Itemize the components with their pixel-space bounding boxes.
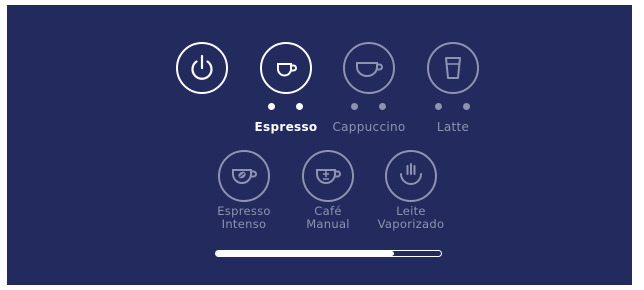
coffee-bean-cup-icon (232, 169, 257, 184)
espresso-label: Espresso (254, 120, 318, 134)
leite-vaporizado-label: Leite Vaporizado (366, 205, 456, 231)
espresso-intenso-line2: Intenso (221, 217, 267, 231)
power-button[interactable] (176, 42, 228, 94)
coffee-machine-panel: Espresso Cappuccino Latte Espresso Inten… (7, 5, 632, 285)
leite-vaporizado-button[interactable] (385, 150, 437, 202)
espresso-button[interactable] (260, 42, 312, 94)
latte-dot-2 (463, 103, 470, 110)
leite-vaporizado-line2: Vaporizado (377, 217, 445, 231)
espresso-dot-2 (296, 103, 303, 110)
power-icon (191, 54, 213, 80)
espresso-dot-1 (268, 103, 275, 110)
espresso-intenso-button[interactable] (218, 150, 270, 202)
cappuccino-dot-1 (351, 103, 358, 110)
cafe-manual-line2: Manual (306, 217, 350, 231)
wide-cup-icon (356, 62, 383, 77)
latte-label: Latte (436, 120, 470, 134)
brew-progress-bar (215, 250, 442, 257)
cafe-manual-button[interactable] (302, 150, 354, 202)
latte-dot-1 (435, 103, 442, 110)
small-cup-icon (277, 63, 297, 77)
cappuccino-dot-2 (379, 103, 386, 110)
steam-icon (400, 163, 422, 185)
brew-progress-fill (216, 251, 394, 256)
glass-icon (445, 57, 461, 79)
cappuccino-button[interactable] (343, 42, 395, 94)
plus-minus-cup-icon (316, 169, 341, 184)
cafe-manual-label: Café Manual (288, 205, 368, 231)
espresso-intenso-label: Espresso Intenso (204, 205, 284, 231)
latte-button[interactable] (427, 42, 479, 94)
cappuccino-label: Cappuccino (332, 120, 406, 134)
